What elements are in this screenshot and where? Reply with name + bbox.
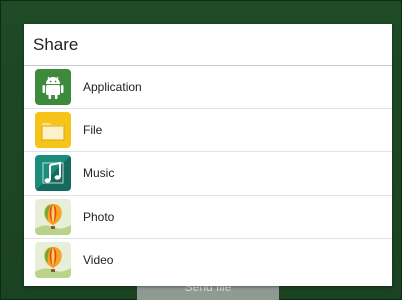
dialog-title: Share — [24, 24, 392, 66]
share-option-label: Application — [83, 80, 142, 95]
share-option-file[interactable]: File — [24, 109, 392, 153]
share-option-music[interactable]: Music — [24, 152, 392, 196]
share-option-label: Music — [83, 166, 115, 181]
share-option-label: File — [83, 123, 103, 138]
share-option-application[interactable]: Application — [24, 66, 392, 110]
balloon-icon — [35, 242, 71, 279]
folder-icon — [35, 112, 71, 149]
share-option-label: Video — [83, 253, 114, 268]
share-option-photo[interactable]: Photo — [24, 196, 392, 239]
android-icon — [35, 69, 71, 106]
balloon-icon — [35, 198, 71, 235]
music-note-icon — [35, 155, 71, 192]
share-option-video[interactable]: Video — [24, 239, 392, 282]
share-dialog: Share Application File Music Photo Video — [24, 24, 392, 286]
share-option-label: Photo — [83, 209, 115, 224]
